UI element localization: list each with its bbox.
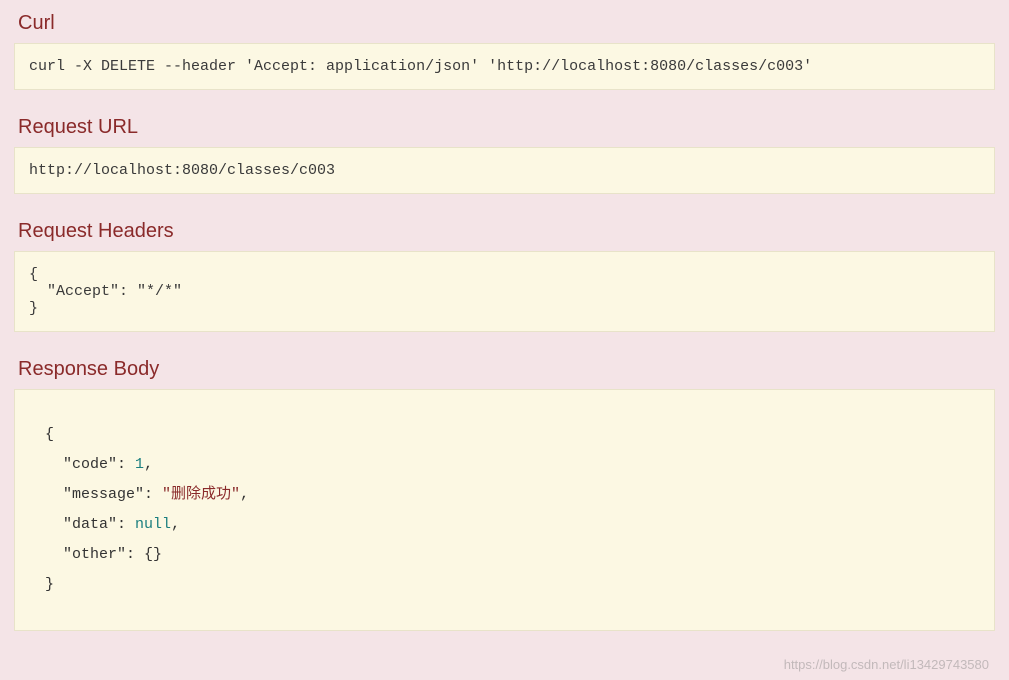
request-url-value[interactable]: http://localhost:8080/classes/c003	[14, 147, 995, 194]
request-headers-section: Request Headers { "Accept": "*/*" }	[0, 208, 1009, 332]
watermark-text: https://blog.csdn.net/li13429743580	[784, 657, 989, 672]
request-url-title: Request URL	[0, 104, 1009, 147]
response-body-value[interactable]: { "code": 1, "message": "删除成功", "data": …	[14, 389, 995, 631]
request-headers-title: Request Headers	[0, 208, 1009, 251]
request-headers-value[interactable]: { "Accept": "*/*" }	[14, 251, 995, 332]
curl-command[interactable]: curl -X DELETE --header 'Accept: applica…	[14, 43, 995, 90]
curl-section: Curl curl -X DELETE --header 'Accept: ap…	[0, 0, 1009, 90]
request-url-section: Request URL http://localhost:8080/classe…	[0, 104, 1009, 194]
response-body-section: Response Body { "code": 1, "message": "删…	[0, 346, 1009, 631]
curl-title: Curl	[0, 0, 1009, 43]
response-body-title: Response Body	[0, 346, 1009, 389]
